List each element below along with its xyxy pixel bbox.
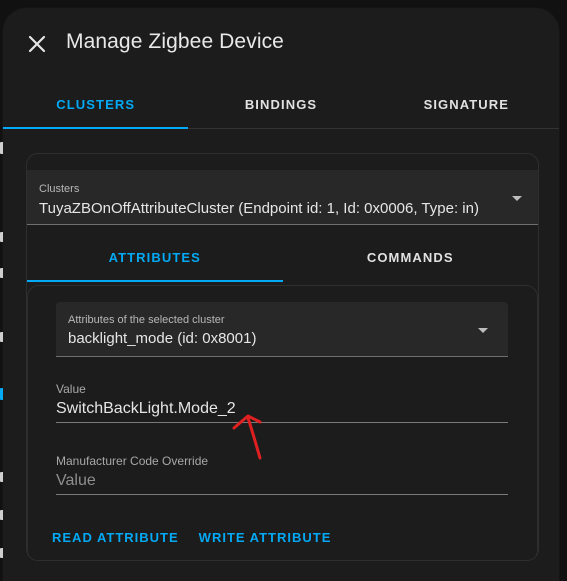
attribute-select[interactable]: Attributes of the selected cluster backl… (56, 302, 508, 357)
tab-attributes[interactable]: ATTRIBUTES (27, 232, 283, 282)
attribute-actions: READ ATTRIBUTE WRITE ATTRIBUTE (52, 526, 331, 549)
manage-zigbee-device-dialog: Manage Zigbee Device CLUSTERS BINDINGS S… (3, 8, 559, 581)
tab-signature[interactable]: SIGNATURE (374, 80, 559, 128)
clusters-card: Clusters TuyaZBOnOffAttributeCluster (En… (26, 153, 539, 561)
read-attribute-button[interactable]: READ ATTRIBUTE (52, 526, 179, 549)
tab-commands[interactable]: COMMANDS (283, 232, 539, 282)
chevron-down-icon (512, 196, 522, 201)
clusters-select-value: TuyaZBOnOffAttributeCluster (Endpoint id… (39, 200, 479, 217)
dialog-header: Manage Zigbee Device (3, 8, 559, 80)
clusters-select[interactable]: Clusters TuyaZBOnOffAttributeCluster (En… (27, 170, 538, 225)
manufacturer-code-label: Manufacturer Code Override (56, 454, 209, 468)
tab-bindings[interactable]: BINDINGS (188, 80, 373, 128)
close-button[interactable] (25, 32, 49, 56)
value-field-label: Value (56, 382, 86, 396)
value-field[interactable]: Value SwitchBackLight.Mode_2 (56, 382, 508, 423)
main-tabs: CLUSTERS BINDINGS SIGNATURE (3, 80, 559, 129)
dialog-title: Manage Zigbee Device (66, 30, 284, 53)
clusters-select-label: Clusters (39, 183, 80, 195)
cluster-subtabs: ATTRIBUTES COMMANDS (27, 232, 538, 282)
attribute-select-value: backlight_mode (id: 0x8001) (68, 330, 257, 347)
chevron-down-icon (478, 328, 488, 333)
attributes-panel: Attributes of the selected cluster backl… (27, 285, 538, 560)
red-arrow-annotation (232, 414, 262, 460)
attribute-select-label: Attributes of the selected cluster (68, 314, 225, 326)
value-field-value[interactable]: SwitchBackLight.Mode_2 (56, 400, 508, 423)
manufacturer-code-field[interactable]: Manufacturer Code Override (56, 454, 508, 495)
close-icon (28, 35, 46, 53)
write-attribute-button[interactable]: WRITE ATTRIBUTE (199, 526, 332, 549)
tab-clusters[interactable]: CLUSTERS (3, 80, 189, 129)
manufacturer-code-input[interactable] (56, 472, 508, 495)
